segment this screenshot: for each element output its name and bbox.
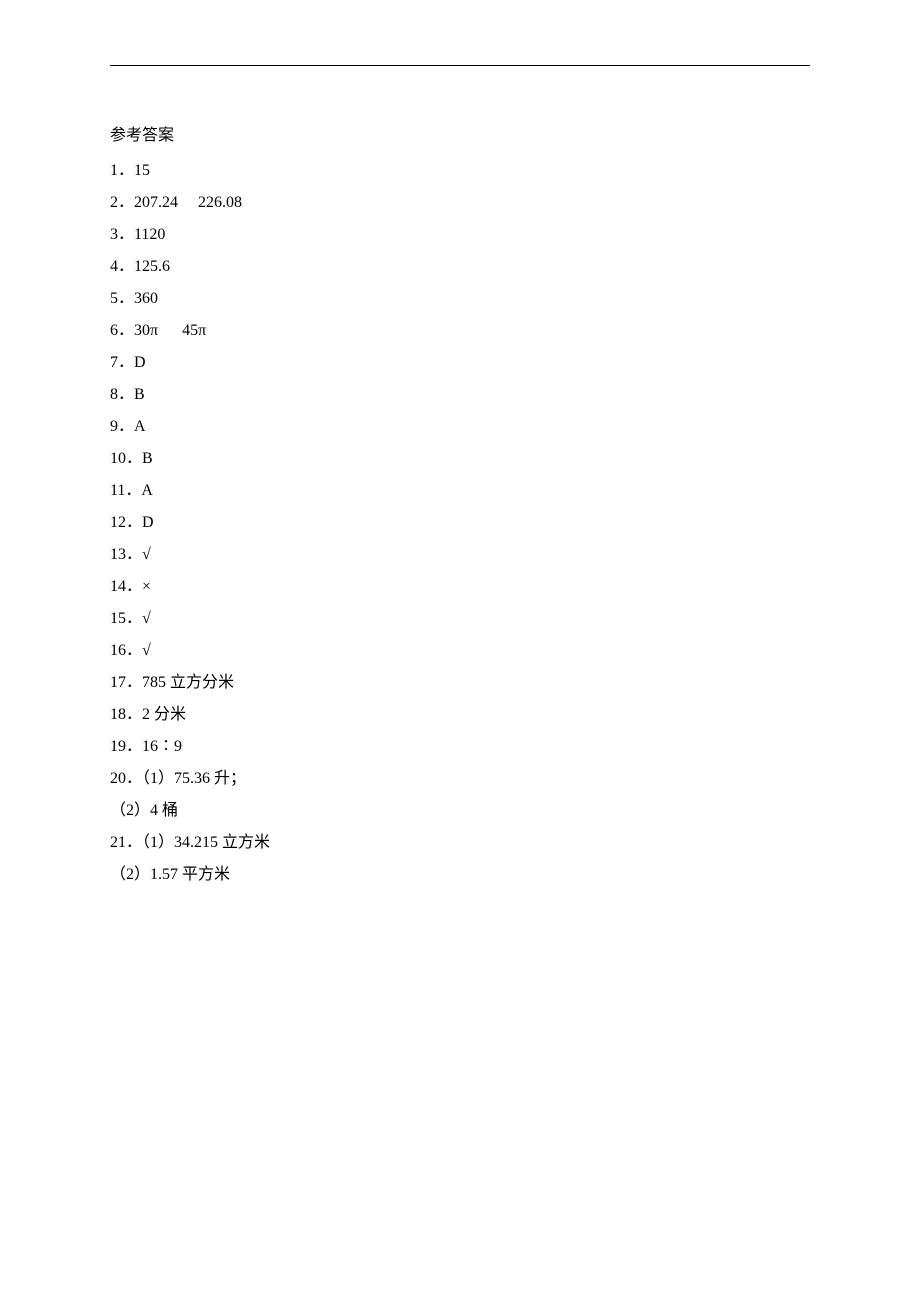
- answer-line: 9．A: [110, 411, 810, 443]
- answer-line: （2）1.57 平方米: [110, 859, 810, 891]
- answer-line: 13．√: [110, 539, 810, 571]
- answer-line: 10．B: [110, 443, 810, 475]
- answer-line: 15．√: [110, 603, 810, 635]
- answer-line: 21．（1）34.215 立方米: [110, 827, 810, 859]
- answer-line: 14．×: [110, 571, 810, 603]
- answer-line: 11．A: [110, 475, 810, 507]
- answer-line: 6．30π 45π: [110, 315, 810, 347]
- answer-line: 20．（1）75.36 升；: [110, 763, 810, 795]
- answer-line: 2．207.24 226.08: [110, 187, 810, 219]
- answer-line: 5．360: [110, 283, 810, 315]
- answer-line: （2）4 桶: [110, 795, 810, 827]
- answer-line: 4．125.6: [110, 251, 810, 283]
- answer-line: 1．15: [110, 155, 810, 187]
- answer-line: 16．√: [110, 635, 810, 667]
- answer-line: 17．785 立方分米: [110, 667, 810, 699]
- document-page: 参考答案 1．15 2．207.24 226.08 3．1120 4．125.6…: [0, 0, 920, 891]
- answer-line: 19．16∶9: [110, 731, 810, 763]
- section-title: 参考答案: [110, 121, 810, 145]
- answer-line: 18．2 分米: [110, 699, 810, 731]
- top-rule: [110, 65, 810, 66]
- answer-line: 3．1120: [110, 219, 810, 251]
- answer-line: 12．D: [110, 507, 810, 539]
- answer-line: 7．D: [110, 347, 810, 379]
- answer-line: 8．B: [110, 379, 810, 411]
